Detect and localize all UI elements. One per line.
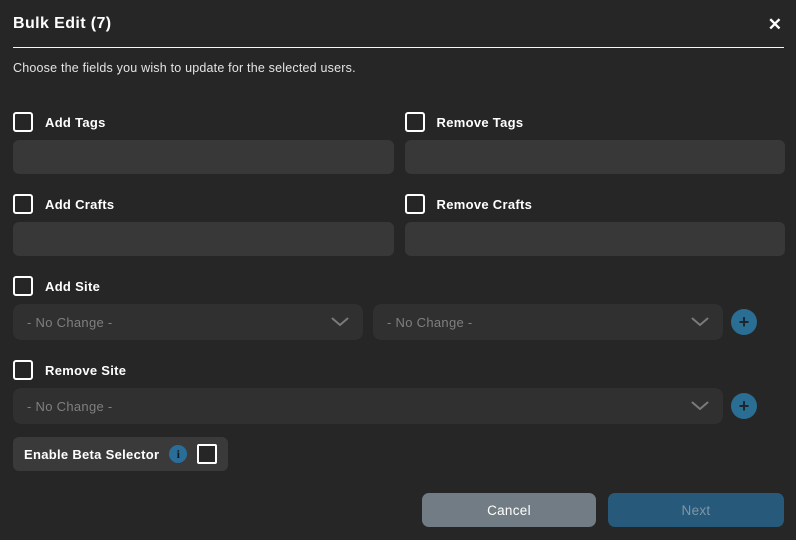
- beta-selector-row: Enable Beta Selector i: [0, 437, 796, 471]
- add-site-checkbox-row: Add Site: [13, 276, 785, 296]
- close-icon[interactable]: ✕: [766, 14, 784, 35]
- add-crafts-input[interactable]: [13, 222, 394, 256]
- add-crafts-checkbox[interactable]: [13, 194, 33, 214]
- remove-site-field: Remove Site: [13, 360, 394, 380]
- tags-input-row: [13, 140, 785, 174]
- remove-site-dropdown[interactable]: - No Change -: [13, 388, 723, 424]
- header-divider: [13, 47, 784, 48]
- crafts-checkbox-row: Add Crafts Remove Crafts: [13, 194, 785, 214]
- info-icon[interactable]: i: [169, 445, 188, 463]
- remove-site-dropdown-value: - No Change -: [27, 398, 113, 414]
- next-button[interactable]: Next: [608, 493, 784, 527]
- remove-crafts-input[interactable]: [404, 222, 785, 256]
- bulk-edit-modal: Bulk Edit (7) ✕ Choose the fields you wi…: [0, 0, 796, 540]
- add-crafts-field: Add Crafts: [13, 194, 394, 214]
- remove-site-plus-icon[interactable]: +: [731, 393, 757, 419]
- remove-tags-field: Remove Tags: [404, 112, 786, 132]
- remove-site-label: Remove Site: [45, 362, 127, 378]
- remove-crafts-label: Remove Crafts: [436, 196, 533, 212]
- remove-tags-input[interactable]: [404, 140, 785, 174]
- remove-site-checkbox-row: Remove Site: [13, 360, 785, 380]
- add-site-dropdown-2-value: - No Change -: [387, 314, 473, 330]
- add-crafts-label: Add Crafts: [45, 196, 115, 212]
- add-tags-checkbox[interactable]: [13, 112, 33, 132]
- tags-checkbox-row: Add Tags Remove Tags: [13, 112, 785, 132]
- add-site-dropdown-row: - No Change - - No Change - +: [13, 304, 785, 340]
- remove-tags-label: Remove Tags: [436, 114, 524, 130]
- modal-footer: Cancel Next: [13, 493, 784, 527]
- add-site-dropdown-1[interactable]: - No Change -: [13, 304, 363, 340]
- remove-site-checkbox[interactable]: [13, 360, 33, 380]
- remove-crafts-checkbox[interactable]: [404, 194, 425, 214]
- add-site-dropdown-1-value: - No Change -: [27, 314, 113, 330]
- beta-selector-label: Enable Beta Selector: [24, 446, 160, 462]
- add-site-checkbox[interactable]: [13, 276, 33, 296]
- beta-selector-chip: Enable Beta Selector i: [13, 437, 229, 471]
- modal-header: Bulk Edit (7) ✕: [13, 0, 784, 35]
- add-site-field: Add Site: [13, 276, 394, 296]
- crafts-input-row: [13, 222, 785, 256]
- chevron-down-icon: [691, 317, 709, 327]
- add-tags-field: Add Tags: [13, 112, 394, 132]
- modal-description: Choose the fields you wish to update for…: [13, 61, 356, 75]
- page-title: Bulk Edit (7): [13, 15, 112, 32]
- add-site-plus-icon[interactable]: +: [731, 309, 757, 335]
- add-site-dropdown-2[interactable]: - No Change -: [373, 304, 723, 340]
- add-tags-input[interactable]: [13, 140, 394, 174]
- remove-tags-checkbox[interactable]: [404, 112, 425, 132]
- chevron-down-icon: [691, 401, 709, 411]
- remove-crafts-field: Remove Crafts: [404, 194, 786, 214]
- beta-selector-checkbox[interactable]: [197, 444, 218, 464]
- add-tags-label: Add Tags: [45, 114, 106, 130]
- add-site-label: Add Site: [45, 278, 101, 294]
- remove-site-dropdown-row: - No Change - +: [13, 388, 785, 424]
- chevron-down-icon: [331, 317, 349, 327]
- cancel-button[interactable]: Cancel: [422, 493, 596, 527]
